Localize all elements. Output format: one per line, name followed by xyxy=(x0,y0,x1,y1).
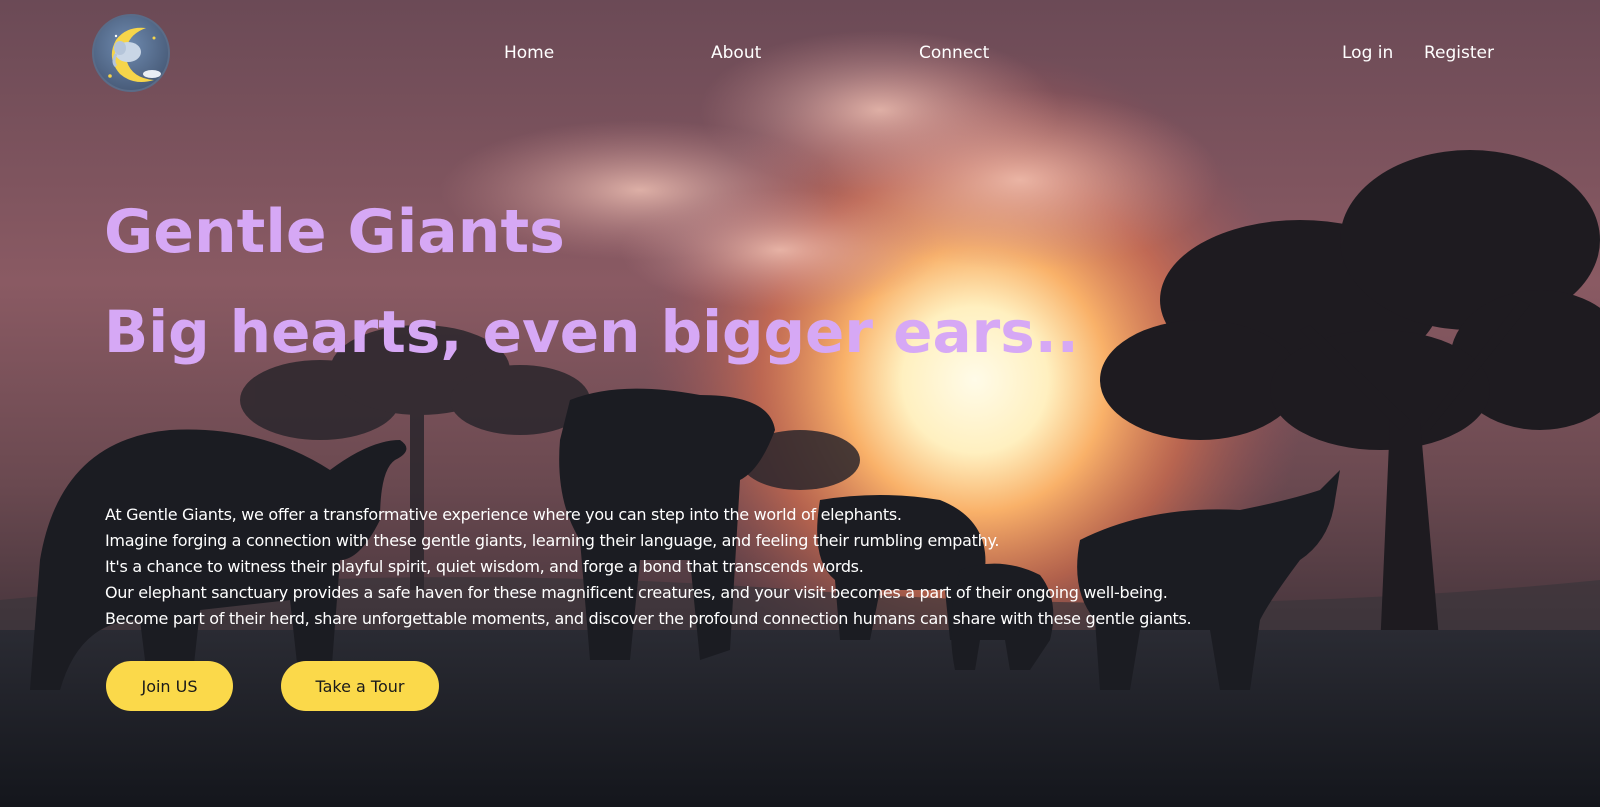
nav-link-about[interactable]: About xyxy=(711,42,761,64)
hero-description: At Gentle Giants, we offer a transformat… xyxy=(105,502,1325,632)
description-line: Imagine forging a connection with these … xyxy=(105,531,1000,550)
description-line: Our elephant sanctuary provides a safe h… xyxy=(105,583,1168,602)
take-a-tour-button[interactable]: Take a Tour xyxy=(281,661,439,711)
join-us-button[interactable]: Join US xyxy=(106,661,233,711)
elephant-on-moon-logo-icon xyxy=(108,27,161,82)
hero-background-image xyxy=(0,0,1600,807)
landing-page: Home About Connect Log in Register Gentl… xyxy=(0,0,1600,807)
site-logo[interactable] xyxy=(92,14,170,92)
nav-link-connect[interactable]: Connect xyxy=(919,42,989,64)
register-link[interactable]: Register xyxy=(1424,42,1494,64)
login-link[interactable]: Log in xyxy=(1342,42,1393,64)
description-line: Become part of their herd, share unforge… xyxy=(105,609,1192,628)
hero-tagline: Big hearts, even bigger ears.. xyxy=(104,298,1079,366)
nav-link-home[interactable]: Home xyxy=(504,42,554,64)
hero-title: Gentle Giants xyxy=(104,197,565,267)
top-navigation: Home About Connect Log in Register xyxy=(0,0,1600,108)
description-line: At Gentle Giants, we offer a transformat… xyxy=(105,505,902,524)
description-line: It's a chance to witness their playful s… xyxy=(105,557,864,576)
